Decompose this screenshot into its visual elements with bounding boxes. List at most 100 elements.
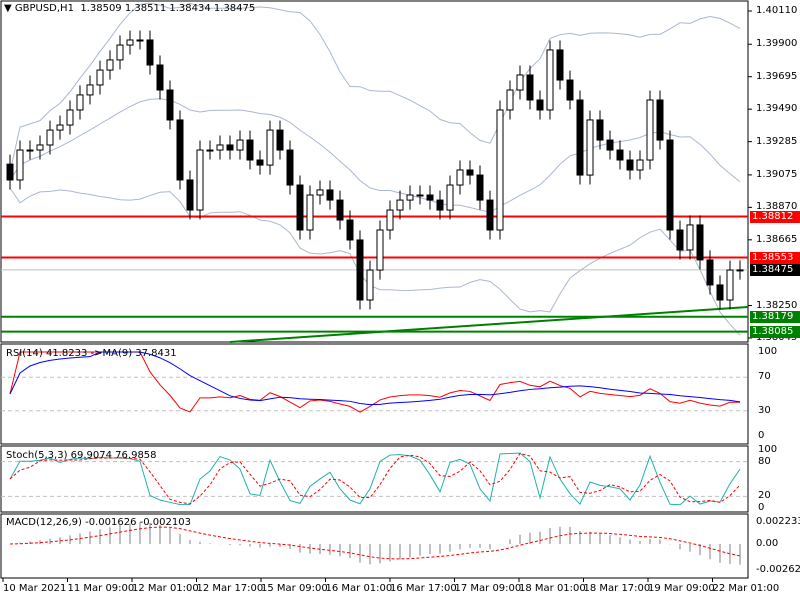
candle-body: [696, 224, 704, 261]
candle-body: [496, 109, 504, 231]
candle-body: [506, 89, 514, 111]
candle-body: [136, 39, 144, 42]
price-tick-label: 1.39900: [756, 38, 798, 50]
candle-body: [206, 149, 214, 152]
candle-body: [96, 69, 104, 86]
level-price-tag: 1.38812: [750, 210, 800, 223]
panel-frame-1: [0, 343, 749, 445]
time-axis-label: 18 Mar 01:00: [519, 583, 586, 594]
candle-body: [286, 149, 294, 186]
candle-body: [36, 144, 44, 151]
candle-body: [316, 189, 324, 196]
candle-body: [656, 99, 664, 141]
candle-body: [116, 44, 124, 61]
price-tick-label: 1.39285: [756, 135, 798, 147]
candle-body: [56, 124, 64, 131]
candle-body: [516, 74, 524, 91]
candle-body: [586, 119, 594, 176]
candle-body: [596, 119, 604, 141]
candle-body: [646, 99, 654, 161]
stoch-label: Stoch(5,3,3) 69.9074 76.9858: [6, 450, 157, 461]
candle-body: [46, 129, 54, 146]
candle-body: [616, 149, 624, 161]
candle-body: [456, 169, 464, 186]
candle-body: [86, 84, 94, 96]
price-tick-label: 1.39695: [756, 70, 798, 82]
price-tick-label: 1.39490: [756, 103, 798, 115]
candle-body: [736, 269, 744, 272]
price-tick-label: 1.39075: [756, 168, 798, 180]
candle-body: [446, 184, 454, 211]
time-axis-label: 19 Mar 09:00: [648, 583, 715, 594]
candle-body: [246, 139, 254, 161]
candle-body: [236, 139, 244, 151]
candle-body: [606, 139, 614, 151]
candle-body: [396, 199, 404, 211]
candle-body: [346, 219, 354, 241]
candle-body: [166, 89, 174, 121]
candle-body: [486, 199, 494, 231]
candle-body: [216, 144, 224, 151]
trend-line: [229, 306, 749, 343]
rsi-axis-label: 0: [758, 430, 765, 441]
macd-axis-label: 0.002233: [756, 516, 800, 527]
candle-body: [546, 49, 554, 111]
symbol-label: GBPUSD,H1: [14, 3, 74, 14]
panel-frame-0: [0, 0, 749, 343]
macd-axis-label: -0.002624: [756, 563, 800, 575]
candle-body: [266, 129, 274, 166]
stoch-axis-label: 100: [758, 444, 778, 455]
chart-canvas[interactable]: [0, 0, 800, 600]
level-price-tag: 1.38085: [750, 325, 800, 338]
chart-header: ▼ GBPUSD,H1 1.38509 1.38511 1.38434 1.38…: [4, 3, 255, 14]
candle-body: [716, 284, 724, 301]
candle-body: [156, 64, 164, 91]
stoch-axis-label: 20: [758, 490, 771, 502]
candle-body: [706, 259, 714, 286]
stoch-axis-label: 80: [758, 455, 771, 467]
candle-body: [526, 74, 534, 101]
candle-body: [256, 159, 264, 166]
candle-body: [686, 224, 694, 251]
stoch-axis-label: 0: [758, 502, 765, 513]
candle-body: [196, 149, 204, 211]
candle-body: [576, 99, 584, 176]
price-tick-label: 1.40110: [756, 5, 798, 16]
candle-body: [556, 49, 564, 81]
candle-body: [376, 229, 384, 271]
candle-body: [106, 59, 114, 71]
time-axis-label: 12 Mar 17:00: [196, 583, 264, 594]
candle-body: [636, 159, 644, 171]
time-axis-label: 12 Mar 01:00: [132, 583, 199, 594]
candle-body: [426, 194, 434, 201]
candle-body: [26, 149, 34, 152]
rsi-axis-label: 100: [758, 346, 778, 357]
candle-body: [126, 39, 134, 46]
dropdown-triangle-icon[interactable]: ▼: [4, 3, 15, 14]
time-axis-label: 16 Mar 01:00: [325, 583, 393, 594]
macd-axis-label: 0.00: [756, 538, 779, 549]
level-price-tag: 1.38475: [750, 263, 800, 276]
candle-body: [296, 184, 304, 231]
candle-body: [16, 149, 24, 181]
candle-body: [626, 159, 634, 171]
candle-body: [416, 194, 424, 197]
candle-body: [146, 39, 154, 66]
candle-body: [326, 189, 334, 201]
bollinger-band-upper: [9, 2, 741, 173]
candle-body: [536, 99, 544, 111]
candle-body: [76, 94, 84, 111]
ohlc-label: 1.38509 1.38511 1.38434 1.38475: [80, 3, 256, 14]
time-axis-label: 15 Mar 09:00: [261, 583, 328, 594]
level-price-tag: 1.38553: [750, 251, 800, 264]
rsi-axis-label: 30: [758, 404, 771, 416]
candle-body: [336, 199, 344, 221]
candle-body: [476, 174, 484, 201]
candle-body: [276, 129, 284, 151]
time-axis-label: 11 Mar 09:00: [67, 583, 135, 594]
candle-body: [466, 169, 474, 176]
time-axis-label: 16 Mar 17:00: [390, 583, 457, 594]
candle-body: [306, 194, 314, 231]
candle-body: [436, 199, 444, 211]
rsi-axis-label: 70: [758, 371, 771, 383]
